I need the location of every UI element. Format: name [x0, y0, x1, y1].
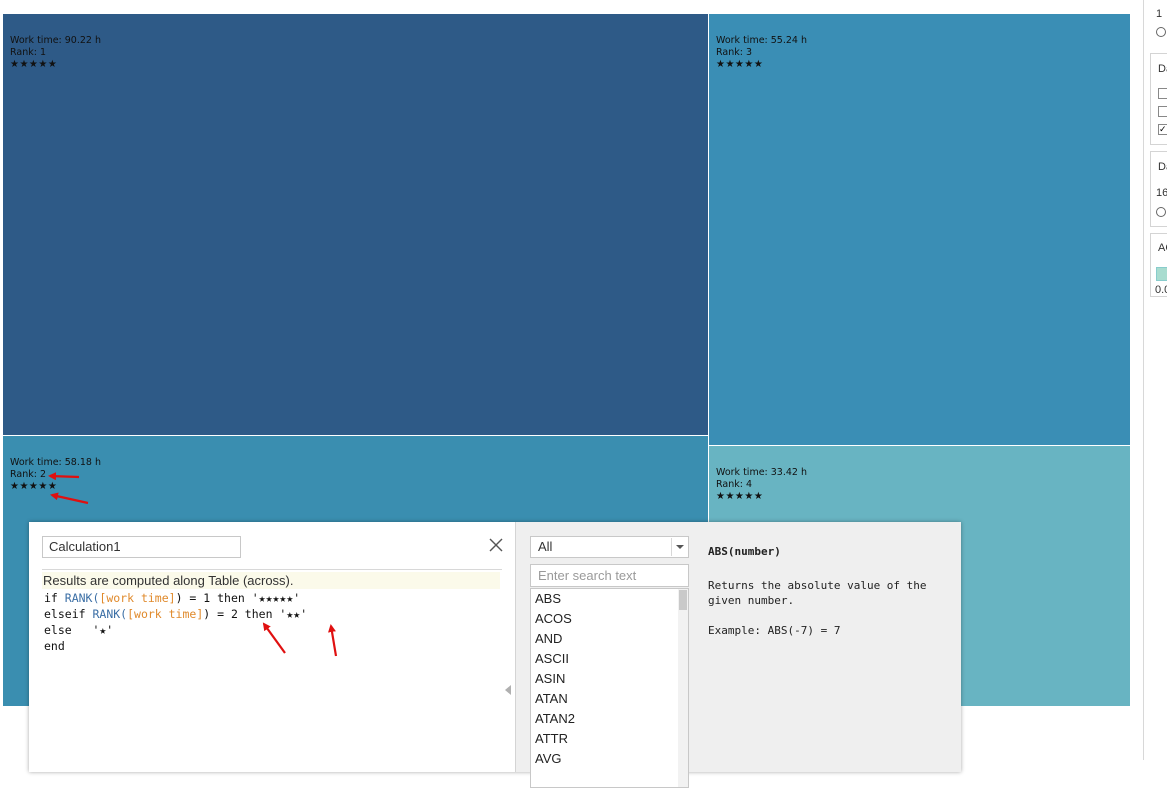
formula-editor-pane: Calculation1 Results are computed along … [29, 522, 516, 772]
function-search-input[interactable] [530, 564, 689, 587]
work-time-label: Work time: 33.42 h [716, 467, 807, 478]
filter-value-text: 16 [1156, 187, 1167, 199]
filters-panel: 1 Da ✓ Da 16 AC 0.0 [1143, 0, 1167, 760]
code-function: RANK( [64, 591, 100, 605]
checkbox-icon[interactable]: ✓ [1158, 124, 1167, 135]
rank-label: Rank: 4 [716, 479, 753, 490]
function-item[interactable]: ASCII [531, 649, 688, 669]
scrollbar[interactable] [678, 589, 688, 787]
filter-card-title: Da [1158, 161, 1167, 173]
calculation-name-input[interactable]: Calculation1 [42, 536, 241, 558]
rank-label: Rank: 3 [716, 47, 753, 58]
divider [42, 569, 502, 570]
rank-label: Rank: 1 [10, 47, 47, 58]
radio-icon[interactable] [1156, 27, 1166, 37]
function-item[interactable]: ATTR [531, 729, 688, 749]
filter-value-text: 1 [1156, 8, 1163, 20]
code-line-3: else '★' [44, 623, 114, 637]
star-rating: ★★★★★ [716, 59, 764, 70]
treemap-tile-rank-3[interactable]: Work time: 55.24 h Rank: 3 ★★★★★ [709, 14, 1131, 446]
function-item[interactable]: AND [531, 629, 688, 649]
code-function: RANK( [92, 607, 128, 621]
star-rating: ★★★★★ [10, 481, 58, 492]
function-category-value: All [538, 539, 553, 554]
work-time-label: Work time: 58.18 h [10, 457, 101, 468]
help-example: Example: ABS(-7) = 7 [708, 624, 841, 637]
function-item[interactable]: ASIN [531, 669, 688, 689]
tile-label: Work time: 90.22 h Rank: 1 ★★★★★ [10, 35, 101, 71]
code-keyword: if [44, 591, 65, 605]
formula-code[interactable]: if RANK([work time]) = 1 then '★★★★★' els… [44, 590, 307, 654]
legend-value: 0.0 [1155, 284, 1167, 296]
tile-label: Work time: 33.42 h Rank: 4 ★★★★★ [716, 467, 807, 503]
treemap-tile-rank-1[interactable]: Work time: 90.22 h Rank: 1 ★★★★★ [3, 14, 709, 436]
function-item[interactable]: ACOS [531, 609, 688, 629]
code-line-2: elseif RANK([work time]) = 2 then '★★' [44, 606, 307, 622]
function-item[interactable]: ATAN2 [531, 709, 688, 729]
star-rating: ★★★★★ [716, 491, 764, 502]
close-icon[interactable] [487, 536, 505, 554]
tile-label: Work time: 58.18 h Rank: 2 ★★★★★ [10, 457, 101, 493]
code-rest: ) = 2 then '★★' [203, 607, 308, 621]
function-reference-pane: All ABS ACOS AND ASCII ASIN ATAN ATAN2 A… [516, 522, 961, 788]
filter-card-title: Da [1158, 63, 1167, 75]
legend-title: AC [1158, 242, 1167, 254]
scrollbar-thumb[interactable] [679, 590, 687, 610]
computation-info: Results are computed along Table (across… [42, 572, 500, 589]
function-category-select[interactable]: All [530, 536, 689, 558]
tile-label: Work time: 55.24 h Rank: 3 ★★★★★ [716, 35, 807, 71]
code-line-1: if RANK([work time]) = 1 then '★★★★★' [44, 590, 307, 606]
checkbox-icon[interactable] [1158, 106, 1167, 117]
work-time-label: Work time: 90.22 h [10, 35, 101, 46]
function-item[interactable]: AVG [531, 749, 688, 769]
code-rest: ) = 1 then '★★★★★' [175, 591, 301, 605]
checkbox-icon[interactable] [1158, 88, 1167, 99]
help-signature: ABS(number) [708, 545, 781, 558]
code-field: [work time] [127, 607, 204, 621]
radio-icon[interactable] [1156, 207, 1166, 217]
function-item[interactable]: ATAN [531, 689, 688, 709]
function-help: ABS(number) Returns the absolute value o… [708, 544, 948, 638]
chevron-down-icon[interactable] [671, 538, 687, 556]
help-description: Returns the absolute value of the given … [708, 579, 927, 607]
work-time-label: Work time: 55.24 h [716, 35, 807, 46]
function-item[interactable]: ABS [531, 589, 688, 609]
collapse-left-icon[interactable] [505, 685, 511, 695]
code-field: [work time] [99, 591, 176, 605]
rank-label: Rank: 2 [10, 469, 47, 480]
calculation-editor-dialog: Calculation1 Results are computed along … [29, 522, 961, 788]
function-list[interactable]: ABS ACOS AND ASCII ASIN ATAN ATAN2 ATTR … [530, 588, 689, 788]
star-rating: ★★★★★ [10, 59, 58, 70]
code-keyword: elseif [44, 607, 93, 621]
code-line-4: end [44, 639, 65, 653]
legend-swatch [1156, 267, 1167, 281]
